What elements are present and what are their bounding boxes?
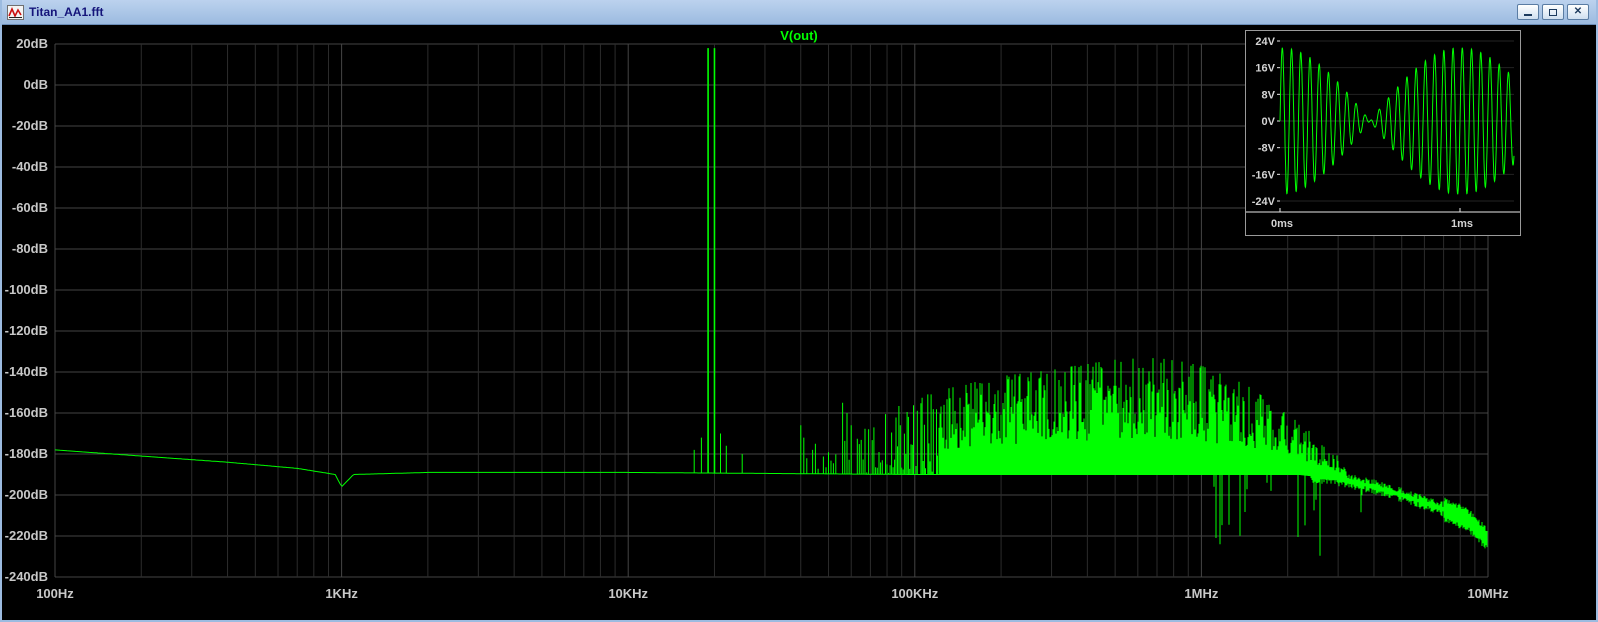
fft-y-tick-label[interactable]: -220dB bbox=[5, 528, 48, 543]
fft-y-tick-label[interactable]: -160dB bbox=[5, 405, 48, 420]
fft-y-tick-label[interactable]: -80dB bbox=[12, 241, 48, 256]
window-title: Titan_AA1.fft bbox=[29, 5, 1512, 19]
fft-y-tick-label[interactable]: -100dB bbox=[5, 282, 48, 297]
fft-x-tick-label[interactable]: 1MHz bbox=[1184, 586, 1218, 601]
inset-y-tick-label[interactable]: 16V bbox=[1255, 63, 1275, 75]
inset-transient-plot[interactable]: 24V 16V 8V 0V -8V -16V -24V 0ms 1ms bbox=[1245, 30, 1521, 236]
fft-x-tick-label[interactable]: 100Hz bbox=[36, 586, 74, 601]
close-icon: ✕ bbox=[1574, 7, 1582, 17]
fft-x-tick-label[interactable]: 100KHz bbox=[891, 586, 938, 601]
fft-x-tick-label[interactable]: 10MHz bbox=[1467, 586, 1509, 601]
fft-x-tick-label[interactable]: 10KHz bbox=[608, 586, 648, 601]
fft-y-tick-label[interactable]: -240dB bbox=[5, 569, 48, 584]
fft-y-tick-label[interactable]: -140dB bbox=[5, 364, 48, 379]
fft-y-tick-label[interactable]: -40dB bbox=[12, 159, 48, 174]
title-bar[interactable]: Titan_AA1.fft ✕ bbox=[2, 0, 1596, 25]
inset-x-tick-label[interactable]: 1ms bbox=[1451, 218, 1473, 230]
inset-y-tick-label[interactable]: -8V bbox=[1258, 143, 1276, 155]
fft-y-tick-label[interactable]: -180dB bbox=[5, 446, 48, 461]
minimize-icon bbox=[1524, 14, 1532, 16]
ltspice-window: Titan_AA1.fft ✕ 20dB0dB-20dB-40dB-60dB-8… bbox=[0, 0, 1598, 622]
fft-plot-region: 20dB0dB-20dB-40dB-60dB-80dB-100dB-120dB-… bbox=[2, 25, 1596, 620]
fft-y-tick-label[interactable]: 0dB bbox=[23, 77, 48, 92]
maximize-button[interactable] bbox=[1542, 4, 1564, 20]
inset-y-tick-label[interactable]: 8V bbox=[1262, 89, 1276, 101]
window-controls: ✕ bbox=[1517, 4, 1589, 20]
inset-y-tick-label[interactable]: 0V bbox=[1262, 116, 1276, 128]
fft-y-tick-label[interactable]: -200dB bbox=[5, 487, 48, 502]
inset-y-tick-label[interactable]: -24V bbox=[1252, 196, 1276, 208]
fft-x-tick-label[interactable]: 1KHz bbox=[325, 586, 358, 601]
inset-y-tick-label[interactable]: 24V bbox=[1255, 36, 1275, 48]
fft-y-tick-label[interactable]: -20dB bbox=[12, 118, 48, 133]
app-icon bbox=[7, 5, 24, 20]
inset-y-tick-label[interactable]: -16V bbox=[1252, 169, 1276, 181]
maximize-icon bbox=[1549, 9, 1557, 16]
minimize-button[interactable] bbox=[1517, 4, 1539, 20]
close-button[interactable]: ✕ bbox=[1567, 4, 1589, 20]
fft-y-tick-label[interactable]: -60dB bbox=[12, 200, 48, 215]
fft-y-tick-label[interactable]: -120dB bbox=[5, 323, 48, 338]
inset-x-tick-label[interactable]: 0ms bbox=[1271, 218, 1293, 230]
